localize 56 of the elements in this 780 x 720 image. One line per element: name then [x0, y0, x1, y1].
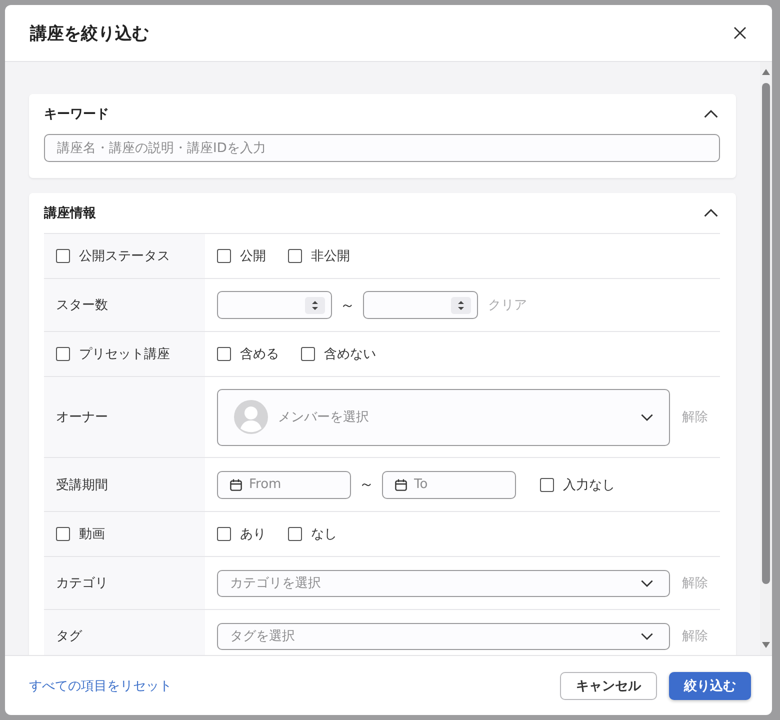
checkbox[interactable]: [288, 249, 302, 263]
scroll-down-icon[interactable]: [762, 642, 770, 648]
chevron-up-icon[interactable]: [704, 209, 718, 217]
checkbox[interactable]: [217, 347, 231, 361]
section-title: 講座情報: [44, 204, 96, 222]
checkbox-label[interactable]: 非公開: [311, 247, 350, 265]
checkbox[interactable]: [288, 527, 302, 541]
calendar-icon: [230, 478, 242, 490]
checkbox[interactable]: [301, 347, 315, 361]
checkbox[interactable]: [56, 347, 70, 361]
date-field[interactable]: To: [382, 470, 516, 498]
reset-link[interactable]: すべての項目をリセット: [29, 676, 172, 694]
checkbox-label[interactable]: なし: [311, 525, 337, 543]
section-title: キーワード: [44, 106, 109, 123]
row-label: カテゴリ: [56, 575, 108, 592]
checkbox-label[interactable]: 入力なし: [563, 476, 615, 494]
spinner-icon[interactable]: [451, 296, 471, 314]
member-select[interactable]: メンバーを選択: [217, 388, 670, 446]
avatar-icon: [234, 400, 268, 434]
checkbox[interactable]: [56, 249, 70, 263]
dialog-title: 講座を絞り込む: [30, 22, 149, 44]
checkbox[interactable]: [56, 527, 70, 541]
cancel-button[interactable]: キャンセル: [560, 672, 657, 700]
checkbox-label[interactable]: 含める: [240, 345, 279, 363]
checkbox-label[interactable]: あり: [240, 525, 266, 543]
checkbox[interactable]: [217, 249, 231, 263]
checkbox-label[interactable]: 含めない: [324, 345, 376, 363]
row-label: プリセット講座: [79, 346, 170, 363]
date-field[interactable]: From: [217, 470, 351, 498]
scroll-up-icon[interactable]: [762, 69, 770, 75]
calendar-icon: [395, 478, 407, 490]
scrollbar-thumb[interactable]: [762, 83, 770, 584]
row-label: 公開ステータス: [79, 248, 170, 265]
range-separator: ～: [359, 475, 374, 494]
range-separator: ～: [340, 296, 355, 314]
chevron-down-icon: [641, 632, 653, 640]
apply-button[interactable]: 絞り込む: [669, 672, 751, 700]
row-label: スター数: [56, 297, 108, 314]
checkbox-label[interactable]: 公開: [240, 247, 266, 265]
checkbox[interactable]: [540, 478, 554, 492]
dropdown-select[interactable]: カテゴリを選択: [217, 570, 670, 596]
close-icon[interactable]: [734, 27, 746, 39]
row-label: オーナー: [56, 409, 108, 426]
number-field[interactable]: [363, 291, 478, 319]
chevron-down-icon: [641, 580, 653, 586]
keyword-field[interactable]: 講座名・講座の説明・講座IDを入力: [44, 134, 720, 162]
row-label: タグ: [56, 628, 82, 645]
number-field[interactable]: [217, 291, 332, 319]
checkbox[interactable]: [217, 527, 231, 541]
scrollbar-track[interactable]: [760, 62, 772, 655]
row-label: 受講期間: [56, 476, 108, 494]
dropdown-select[interactable]: タグを選択: [217, 622, 670, 650]
chevron-down-icon: [641, 414, 653, 420]
chevron-up-icon[interactable]: [704, 110, 718, 118]
spinner-icon[interactable]: [305, 296, 325, 314]
row-label: 動画: [79, 526, 105, 543]
